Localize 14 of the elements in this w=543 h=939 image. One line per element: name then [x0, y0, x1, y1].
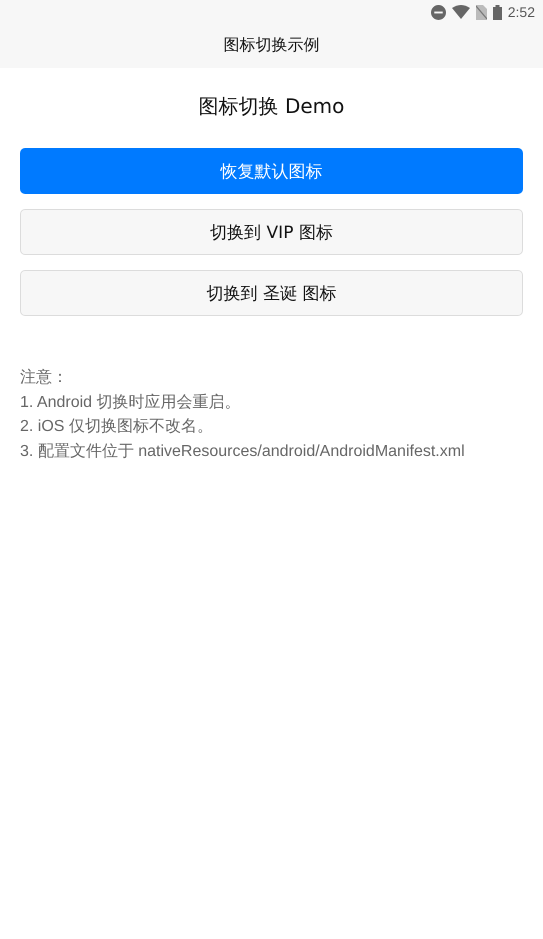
note-text: 注意：	[20, 368, 69, 388]
nav-title: 图标切换示例	[222, 34, 320, 56]
switch-button[interactable]: 切换到 圣诞 图标	[20, 270, 523, 316]
note-text: 1. Android 切换时应用会重启。	[20, 392, 242, 412]
page-heading: 图标切换 Demo	[198, 93, 346, 120]
switch-button[interactable]: 切换到 VIP 图标	[20, 209, 523, 255]
no-sim-icon	[476, 4, 487, 20]
note-text: 3. 配置文件位于 nativeResources/android/AndroidManifest.xml	[20, 442, 466, 462]
wifi-icon	[452, 5, 470, 19]
status-time: 2:52	[508, 4, 535, 20]
note-text: 2. iOS 仅切换图标不改名。	[20, 416, 214, 437]
do-not-disturb-icon	[430, 4, 446, 20]
restore-button[interactable]: 恢复默认图标	[20, 148, 523, 194]
battery-icon	[492, 4, 502, 20]
